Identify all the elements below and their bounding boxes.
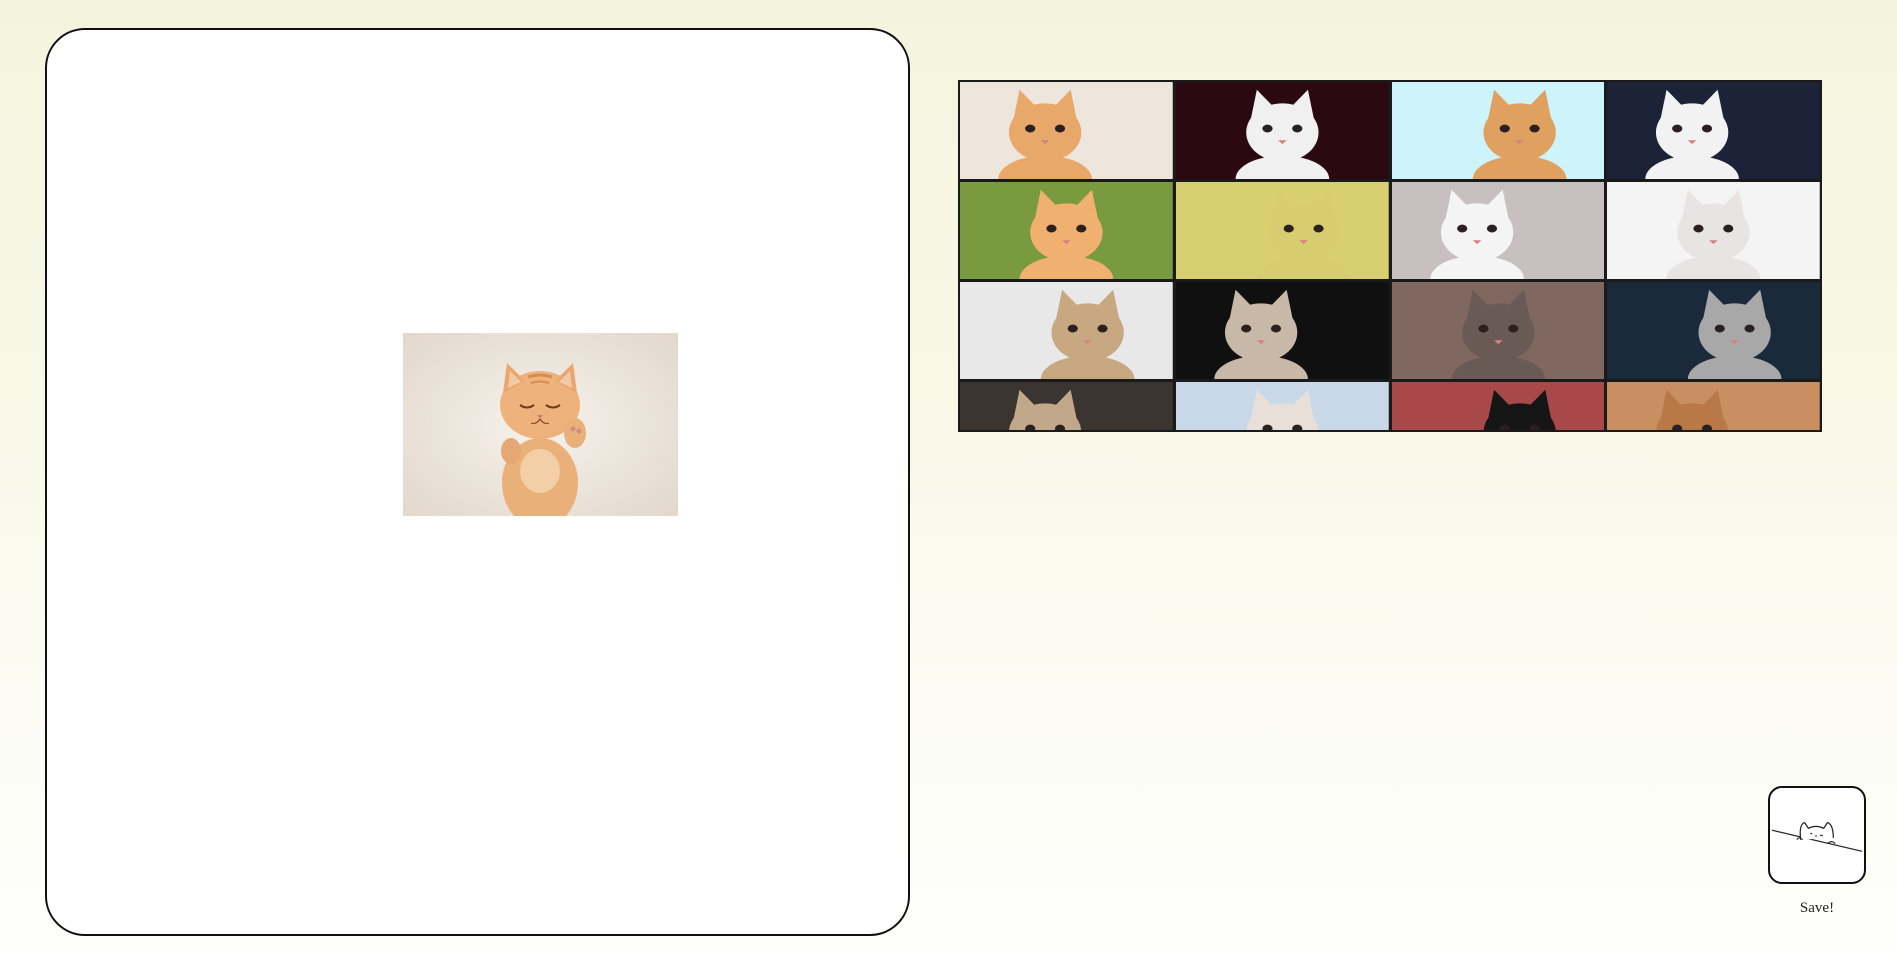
save-label: Save! [1799, 900, 1835, 916]
canvas-cat-photo[interactable] [403, 333, 678, 516]
gallery-thumb-big-eyed-cat-meme[interactable] [1175, 182, 1389, 279]
gallery-thumb-white-black-cat[interactable] [1391, 182, 1605, 279]
gallery-thumb-cat-eyes-closeup[interactable] [1607, 382, 1820, 430]
gallery-thumb-white-kitten-dark-bg[interactable] [1175, 82, 1389, 179]
gallery-thumb-lying-tabby-cat[interactable] [960, 382, 1173, 430]
gallery-thumb-sleeping-orange-kitten[interactable] [960, 82, 1173, 179]
image-gallery [958, 80, 1822, 432]
gallery-thumb-surprised-cat[interactable] [1175, 382, 1389, 430]
drawing-canvas[interactable] [45, 28, 910, 936]
gallery-thumb-white-cat-squint[interactable] [1607, 182, 1820, 279]
gallery-thumb-tabby-kitten-sitting[interactable] [960, 282, 1173, 379]
save-button[interactable] [1768, 786, 1866, 884]
bongo-cat-icon [1771, 821, 1863, 852]
gallery-thumb-black-cat-tongue[interactable] [1391, 382, 1605, 430]
gallery-thumb-white-cat-hands[interactable] [1607, 82, 1820, 179]
gallery-thumb-crying-cat-thumbs-up[interactable] [1175, 282, 1389, 379]
gallery-thumb-jumping-orange-kitten[interactable] [960, 182, 1173, 279]
gallery-thumb-orange-cat-sunglasses[interactable] [1391, 82, 1605, 179]
gallery-thumb-dark-cat-closeup[interactable] [1391, 282, 1605, 379]
gallery-thumb-grumpy-cat[interactable] [1607, 282, 1820, 379]
